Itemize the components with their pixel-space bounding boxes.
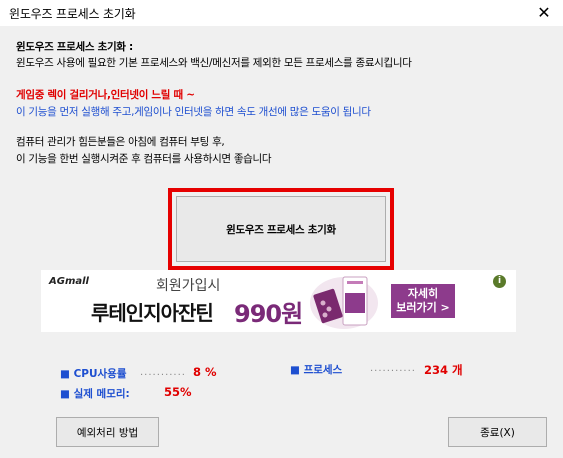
memory-usage-value: 55% — [164, 385, 192, 399]
cpu-usage-value: 8 % — [193, 365, 217, 379]
cpu-usage-label: ■ CPU사용률 — [60, 368, 127, 380]
close-icon[interactable]: ✕ — [533, 2, 555, 24]
process-dots: ........... — [370, 363, 416, 374]
tip-line-1: 컴퓨터 관리가 힘든분들은 아침에 컴퓨터 부팅 후, — [16, 136, 225, 148]
cpu-dots: ........... — [140, 367, 186, 378]
warning-text: 게임중 렉이 걸리거나,인터넷이 느릴 때 ~ — [16, 89, 195, 101]
title-bar: 윈도우즈 프로세스 초기화 ✕ — [0, 0, 563, 26]
description-line: 윈도우즈 사용에 필요한 기본 프로세스와 백신/메신저를 제외한 모든 프로세… — [16, 57, 412, 69]
description-heading: 윈도우즈 프로세스 초기화 : — [16, 41, 133, 53]
ad-headline: 루테인지아잔틴 — [91, 301, 214, 325]
info-text: 이 기능을 먼저 실행해 주고,게임이나 인터넷을 하면 속도 개선에 많은 도… — [16, 106, 371, 118]
ad-price: 990원 — [234, 300, 303, 328]
process-count-label: ■ 프로세스 — [290, 364, 343, 376]
process-count-value: 234 개 — [424, 363, 463, 377]
exit-button[interactable]: 종료(X) — [448, 417, 547, 447]
ad-banner[interactable]: AGmall 회원가입시 루테인지아잔틴 990원 자세히 보러가기 > i — [41, 270, 516, 332]
ad-cta-button[interactable]: 자세히 보러가기 > — [391, 284, 455, 318]
ad-brand-logo: AGmall — [49, 276, 89, 287]
memory-usage-label: ■ 실제 메모리: — [60, 388, 130, 400]
ad-cta-line-2: 보러가기 > — [396, 301, 450, 314]
tip-line-2: 이 기능을 한번 실행시켜준 후 컴퓨터를 사용하시면 좋습니다 — [16, 153, 272, 165]
ad-product-image — [310, 276, 378, 329]
ad-info-icon[interactable]: i — [493, 275, 506, 288]
reset-processes-button[interactable]: 윈도우즈 프로세스 초기화 — [176, 196, 386, 262]
ad-cta-line-1: 자세히 — [407, 287, 439, 300]
highlight-frame: 윈도우즈 프로세스 초기화 — [168, 188, 394, 270]
window-title: 윈도우즈 프로세스 초기화 — [9, 7, 136, 21]
ad-subtitle: 회원가입시 — [156, 278, 221, 294]
exception-help-button[interactable]: 예외처리 방법 — [56, 417, 159, 447]
